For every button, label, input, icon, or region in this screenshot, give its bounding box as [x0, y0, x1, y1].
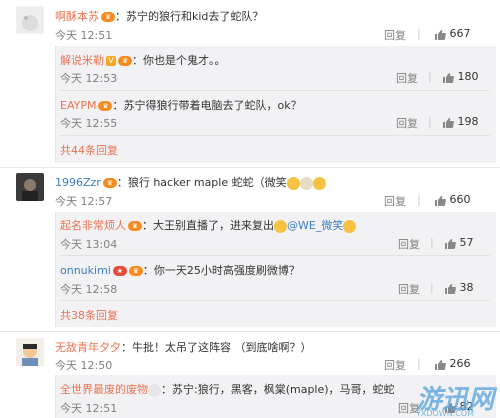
divider: |: [417, 27, 421, 40]
comment-text: ：牛批！太吊了这阵容 （到底啥啊？）: [121, 341, 312, 354]
watermark-subtext: YXDOWN.COM: [415, 409, 474, 418]
timestamp: 今天 12:53: [60, 72, 118, 85]
reply-username[interactable]: 全世界最废的废物: [60, 383, 148, 396]
reply-username[interactable]: 解说米勒: [60, 54, 104, 67]
reply-button[interactable]: 回复: [384, 193, 406, 209]
smile-emoji-icon: [343, 219, 357, 233]
more-replies-link[interactable]: 共44条回复: [60, 142, 118, 158]
comment-text: ：狼行 hacker maple 蛇蛇（微笑: [116, 176, 287, 189]
like-button[interactable]: 667: [434, 27, 471, 40]
panda-emoji-icon: [148, 383, 161, 397]
comment-line: 无敌青年夕夕：牛批！太吊了这阵容 （到底啥啊？）: [55, 339, 312, 355]
reply-button[interactable]: 回复: [384, 27, 406, 43]
divider: |: [430, 236, 434, 249]
like-count: 57: [459, 236, 474, 249]
verified-icon: V: [106, 56, 116, 66]
vip-icon: ♛: [118, 56, 132, 66]
reply-text: ：苏宁得狼行带着电脑去了蛇队，ok？: [112, 99, 302, 112]
avatar[interactable]: [16, 6, 44, 34]
like-count: 38: [459, 281, 474, 294]
timestamp: 今天 12:50: [55, 359, 113, 372]
reply-line: 起名非常烦人 ♛ ：大王别直播了，进来复出 @WE_微笑: [60, 217, 357, 233]
like-button[interactable]: 266: [434, 357, 471, 370]
like-count: 667: [449, 27, 471, 40]
divider: |: [417, 357, 421, 370]
timestamp: 今天 12:55: [60, 117, 118, 130]
divider: |: [428, 115, 432, 128]
reply-text: ：苏宁:狼行，黑客，枫棠(maple)，马哥，蛇蛇: [161, 383, 395, 396]
vip-icon: ★: [112, 266, 127, 276]
divider: [60, 90, 490, 91]
reply-line: onnukimi ★ ♛ ：你一天25小时高强度刷微博？: [60, 262, 300, 278]
like-count: 180: [457, 70, 479, 83]
vip-icon: ♛: [128, 221, 142, 231]
timestamp: 今天 12:58: [60, 283, 118, 296]
like-button[interactable]: 38: [444, 281, 474, 294]
like-count: 198: [457, 115, 479, 128]
thumbs-up-icon: [443, 72, 454, 83]
reply-text: ：大王别直播了，进来复出: [142, 219, 274, 232]
vip-icon: ♛: [102, 178, 117, 188]
thumbs-up-icon: [443, 117, 454, 128]
reply-text: ：你也是个鬼才。。: [132, 54, 226, 67]
thumbs-up-icon: [445, 238, 456, 249]
reply-text: ：你一天25小时高强度刷微博？: [142, 264, 300, 277]
reply-button[interactable]: 回复: [398, 236, 420, 252]
thumbs-up-icon: [435, 359, 446, 370]
username[interactable]: 1996Zzr: [55, 176, 101, 189]
reply-button[interactable]: 回复: [398, 281, 420, 297]
like-button[interactable]: 660: [434, 193, 471, 206]
mention-link[interactable]: @WE_微笑: [287, 219, 343, 232]
like-count: 660: [449, 193, 471, 206]
like-count: 266: [449, 357, 471, 370]
reply-button[interactable]: 回复: [396, 115, 418, 131]
avatar[interactable]: [16, 173, 44, 201]
avatar[interactable]: [16, 338, 44, 366]
vip-icon: ♛: [128, 266, 143, 276]
timestamp: 今天 12:51: [60, 402, 118, 415]
vip-icon: ♛: [98, 101, 113, 111]
reply-button[interactable]: 回复: [384, 357, 406, 373]
thumbs-up-icon: [445, 283, 456, 294]
username[interactable]: 啊酥本苏: [55, 10, 99, 23]
smile-emoji-icon: [286, 176, 300, 190]
separator: [0, 331, 500, 332]
vip-icon: ♛: [101, 12, 115, 22]
divider: |: [417, 193, 421, 206]
cat-emoji-icon: [299, 176, 313, 190]
reply-username[interactable]: 起名非常烦人: [60, 219, 126, 232]
like-button[interactable]: 180: [442, 70, 479, 83]
divider: |: [430, 281, 434, 294]
separator: [0, 167, 500, 168]
like-button[interactable]: 57: [444, 236, 474, 249]
thumbs-up-icon: [435, 29, 446, 40]
reply-line: 全世界最废的废物 ：苏宁:狼行，黑客，枫棠(maple)，马哥，蛇蛇: [60, 381, 395, 397]
smile-emoji-icon: [274, 219, 287, 233]
username[interactable]: 无敌青年夕夕: [55, 341, 121, 354]
reply-button[interactable]: 回复: [396, 70, 418, 86]
timestamp: 今天 12:57: [55, 195, 113, 208]
smile-emoji-icon: [312, 176, 326, 190]
more-replies-link[interactable]: 共38条回复: [60, 307, 118, 323]
timestamp: 今天 12:51: [55, 29, 113, 42]
comment-line: 1996Zzr ♛ ：狼行 hacker maple 蛇蛇（微笑: [55, 174, 326, 190]
comment-text: ：苏宁的狼行和kid去了蛇队？: [115, 10, 264, 23]
thumbs-up-icon: [435, 195, 446, 206]
reply-username[interactable]: onnukimi: [60, 264, 111, 277]
timestamp: 今天 13:04: [60, 238, 118, 251]
divider: [60, 255, 490, 256]
comment-line: 啊酥本苏 ♛ ：苏宁的狼行和kid去了蛇队？: [55, 8, 263, 24]
reply-line: EAYPM ♛ ：苏宁得狼行带着电脑去了蛇队，ok？: [60, 97, 302, 113]
reply-line: 解说米勒 V ♛ ：你也是个鬼才。。: [60, 52, 226, 68]
reply-username[interactable]: EAYPM: [60, 99, 96, 112]
divider: [60, 135, 490, 136]
divider: |: [428, 70, 432, 83]
divider: [60, 300, 490, 301]
like-button[interactable]: 198: [442, 115, 479, 128]
